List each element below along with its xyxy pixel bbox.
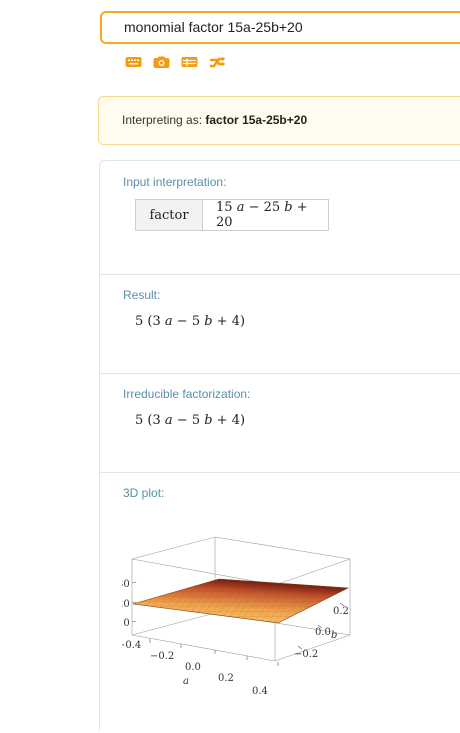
interpreting-prefix: Interpreting as: [122,113,203,127]
interpretation-banner: Interpreting as: factor 15a-25b+20 [98,96,460,145]
pod-title: Result: [123,288,161,302]
a-tick: 0.2 [218,673,234,684]
pod-title: Input interpretation: [123,175,227,189]
b-tick: −0.2 [294,649,318,660]
shuffle-icon[interactable] [209,56,226,70]
pod-title: 3D plot: [123,486,165,500]
pod-title: Irreducible factorization: [123,387,251,401]
a-tick: −0.4 [122,640,141,651]
irreducible-expression: 5 (3 a − 5 b + 4) [135,413,246,428]
search-input[interactable] [124,19,444,35]
a-tick: −0.2 [150,651,174,662]
pod-input-interpretation: Input interpretation: factor 15 a − 25 b… [100,161,460,274]
pod-result: Result: 5 (3 a − 5 b + 4) [100,274,460,374]
a-tick: 0.0 [185,662,201,673]
pod-irreducible-factorization: Irreducible factorization: 5 (3 a − 5 b … [100,373,460,473]
b-axis-label: b [331,630,337,641]
interpretation-table: factor 15 a − 25 b + 20 [135,199,329,231]
interpreted-query[interactable]: factor 15a-25b+20 [205,113,307,127]
search-box[interactable] [100,11,460,44]
results-panel: Input interpretation: factor 15 a − 25 b… [99,160,460,731]
result-expression: 5 (3 a − 5 b + 4) [135,314,246,329]
a-tick: 0.4 [252,686,268,697]
z-tick: 30 [122,579,130,590]
z-tick: 20 [122,599,130,610]
z-tick: 10 [122,618,130,629]
b-tick: 0.2 [333,606,349,617]
keyboard-icon[interactable] [125,56,142,70]
interpretation-value: 15 a − 25 b + 20 [202,199,329,231]
b-tick: 0.0 [315,627,331,638]
table-icon[interactable] [181,56,198,70]
pod-3d-plot: 3D plot: 0 0 0 0.4 −0.2 0.0 0.2 0.4 a 0.… [100,472,460,733]
interpretation-key: factor [135,199,203,231]
3d-plot[interactable]: 30 20 10 −0.4 −0.2 0.0 0.2 0.4 a 0.2 0.0… [122,501,384,701]
a-axis-label: a [183,676,189,687]
camera-icon[interactable] [153,56,170,70]
